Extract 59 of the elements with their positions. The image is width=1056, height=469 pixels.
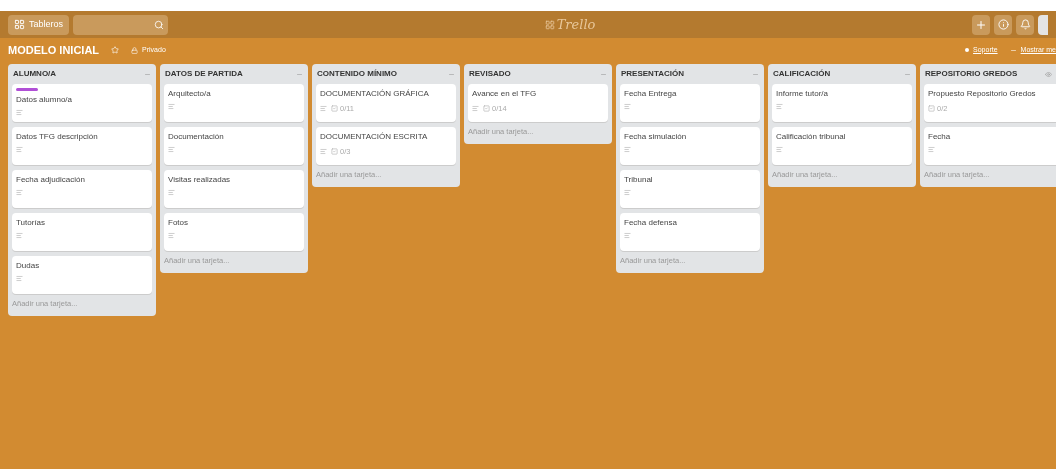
list-title[interactable]: CONTENIDO MÍNIMO <box>317 68 448 80</box>
card[interactable]: Visitas realizadas <box>164 170 304 208</box>
plus-icon <box>975 18 987 31</box>
card[interactable]: Dudas <box>12 256 152 294</box>
add-button[interactable] <box>972 14 990 35</box>
list-title[interactable]: PRESENTACIÓN <box>621 68 752 80</box>
card[interactable]: Fecha adjudicación <box>12 170 152 208</box>
notifications-button[interactable] <box>1016 14 1034 35</box>
card[interactable]: Tribunal <box>620 170 760 208</box>
card[interactable]: Informe tutor/a <box>772 84 912 122</box>
checklist-icon <box>331 105 338 113</box>
checklist-icon <box>331 148 338 156</box>
card[interactable]: Documentación <box>164 127 304 165</box>
card-title: DOCUMENTACIÓN ESCRITA <box>320 131 429 143</box>
card[interactable]: Fotos <box>164 213 304 251</box>
info-icon <box>997 19 1009 30</box>
list-title[interactable]: ALUMNO/A <box>13 68 144 80</box>
card-title: Visitas realizadas <box>168 174 232 186</box>
list-title[interactable]: DATOS DE PARTIDA <box>165 68 296 80</box>
card-title: Arquitecto/a <box>168 88 212 100</box>
avatar[interactable] <box>1038 14 1048 35</box>
card-title: Fecha simulación <box>624 131 688 143</box>
star-icon[interactable] <box>111 46 120 54</box>
card[interactable]: Fecha defensa <box>620 213 760 251</box>
card-title: Fecha <box>928 131 952 143</box>
card[interactable]: Fecha <box>924 127 1056 165</box>
search-field[interactable] <box>73 14 169 35</box>
info-button[interactable] <box>994 14 1012 35</box>
card-title: Tutorías <box>16 217 47 229</box>
checklist-icon <box>928 105 935 113</box>
list-title[interactable]: REVISADO <box>469 68 600 80</box>
card[interactable]: Calificación tribunal <box>772 127 912 165</box>
card-title: Fecha defensa <box>624 217 678 229</box>
card[interactable]: Fecha Entrega <box>620 84 760 122</box>
card-title: Fecha Entrega <box>624 88 678 100</box>
board-icon <box>14 19 25 30</box>
card-title: Dudas <box>16 260 41 272</box>
checklist-icon <box>483 105 490 113</box>
card-title: Tribunal <box>624 174 654 186</box>
card-title: Documentación <box>168 131 225 143</box>
card-title: Datos alumno/a <box>16 94 74 106</box>
list-title[interactable]: CALIFICACIÓN <box>773 68 904 80</box>
bell-icon <box>1019 19 1031 30</box>
card-title: Informe tutor/a <box>776 88 830 100</box>
card-title: Avance en el TFG <box>472 88 538 100</box>
card-title: Fecha adjudicación <box>16 174 86 186</box>
card-title: Calificación tribunal <box>776 131 847 143</box>
card[interactable]: Fecha simulación <box>620 127 760 165</box>
card-title: DOCUMENTACIÓN GRÁFICA <box>320 88 430 100</box>
lock-icon <box>131 46 139 54</box>
card[interactable]: Datos alumno/a <box>12 84 152 122</box>
list-title[interactable]: REPOSITORIO GREDOS <box>925 68 1045 80</box>
card-title: Fotos <box>168 217 189 229</box>
card[interactable]: Arquitecto/a <box>164 84 304 122</box>
search-icon <box>154 19 165 30</box>
card[interactable]: Datos TFG descripción <box>12 127 152 165</box>
card[interactable]: Tutorías <box>12 213 152 251</box>
card-title: Datos TFG descripción <box>16 131 99 143</box>
card-title: Propuesto Repositorio Gredos <box>928 88 1037 100</box>
